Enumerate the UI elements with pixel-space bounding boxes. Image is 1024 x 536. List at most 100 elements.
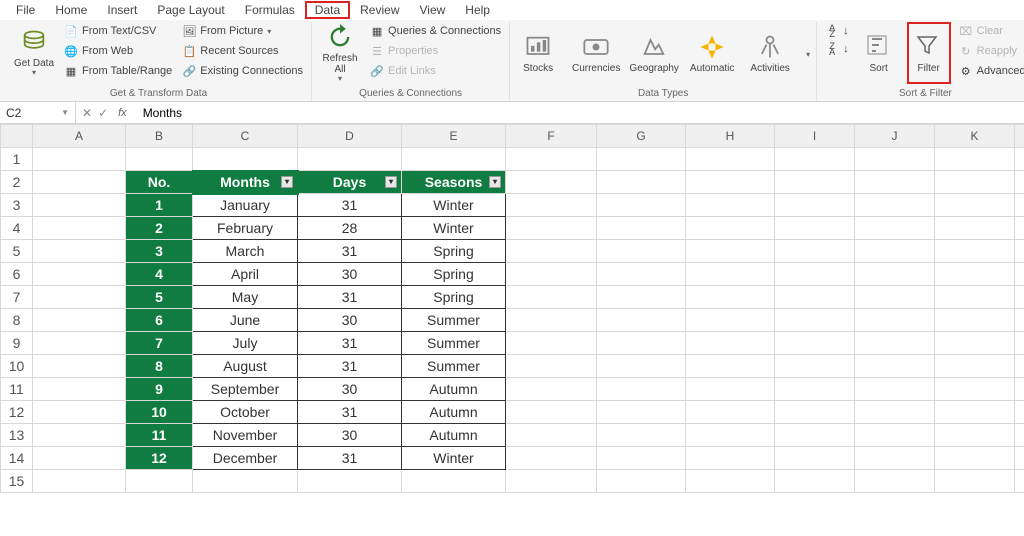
cell-C4[interactable]: February: [193, 217, 298, 240]
filter-dropdown-C[interactable]: ▾: [281, 176, 293, 188]
col-header-I[interactable]: I: [775, 125, 855, 148]
cell-L13[interactable]: [1015, 424, 1024, 447]
cell-K13[interactable]: [935, 424, 1015, 447]
spreadsheet-grid[interactable]: ABCDEFGHIJKL12No.Months▾Days▾Seasons▾31J…: [0, 124, 1024, 536]
cell-L11[interactable]: [1015, 378, 1024, 401]
formula-input[interactable]: [137, 102, 1024, 123]
cell-I11[interactable]: [775, 378, 855, 401]
cell-E3[interactable]: Winter: [402, 194, 506, 217]
cell-J3[interactable]: [855, 194, 935, 217]
cell-D9[interactable]: 31: [298, 332, 402, 355]
cell-L8[interactable]: [1015, 309, 1024, 332]
cell-F2[interactable]: [506, 171, 597, 194]
cell-B6[interactable]: 4: [126, 263, 193, 286]
col-header-E[interactable]: E: [402, 125, 506, 148]
cell-D15[interactable]: [298, 470, 402, 493]
cell-K5[interactable]: [935, 240, 1015, 263]
cell-B8[interactable]: 6: [126, 309, 193, 332]
cell-H11[interactable]: [686, 378, 775, 401]
cell-H13[interactable]: [686, 424, 775, 447]
stocks-button[interactable]: Stocks: [516, 22, 560, 84]
cell-J14[interactable]: [855, 447, 935, 470]
cell-K14[interactable]: [935, 447, 1015, 470]
cell-K8[interactable]: [935, 309, 1015, 332]
cell-D12[interactable]: 31: [298, 401, 402, 424]
cell-G7[interactable]: [597, 286, 686, 309]
cell-G5[interactable]: [597, 240, 686, 263]
cell-J2[interactable]: [855, 171, 935, 194]
cell-J6[interactable]: [855, 263, 935, 286]
cell-G12[interactable]: [597, 401, 686, 424]
cell-C2[interactable]: Months▾: [193, 171, 298, 194]
cell-F15[interactable]: [506, 470, 597, 493]
cell-C5[interactable]: March: [193, 240, 298, 263]
enter-icon[interactable]: ✓: [98, 106, 108, 120]
cell-E2[interactable]: Seasons▾: [402, 171, 506, 194]
cell-A11[interactable]: [33, 378, 126, 401]
cell-A9[interactable]: [33, 332, 126, 355]
cell-A8[interactable]: [33, 309, 126, 332]
namebox-dropdown-icon[interactable]: ▼: [61, 108, 69, 117]
cell-J12[interactable]: [855, 401, 935, 424]
row-header-13[interactable]: 13: [1, 424, 33, 447]
cell-H15[interactable]: [686, 470, 775, 493]
cell-J13[interactable]: [855, 424, 935, 447]
cell-G13[interactable]: [597, 424, 686, 447]
cell-A5[interactable]: [33, 240, 126, 263]
fx-icon[interactable]: fx: [114, 107, 131, 119]
cell-J7[interactable]: [855, 286, 935, 309]
cell-L9[interactable]: [1015, 332, 1024, 355]
cell-K11[interactable]: [935, 378, 1015, 401]
col-header-H[interactable]: H: [686, 125, 775, 148]
col-header-K[interactable]: K: [935, 125, 1015, 148]
cell-C9[interactable]: July: [193, 332, 298, 355]
cell-K12[interactable]: [935, 401, 1015, 424]
existing-connections-button[interactable]: 🔗Existing Connections: [180, 62, 305, 80]
advanced-button[interactable]: ⚙Advanced: [957, 62, 1024, 80]
cell-B9[interactable]: 7: [126, 332, 193, 355]
tab-data[interactable]: Data: [305, 1, 350, 19]
cell-F7[interactable]: [506, 286, 597, 309]
cell-H12[interactable]: [686, 401, 775, 424]
cell-F1[interactable]: [506, 148, 597, 171]
cell-D3[interactable]: 31: [298, 194, 402, 217]
cell-J5[interactable]: [855, 240, 935, 263]
cell-G6[interactable]: [597, 263, 686, 286]
cell-J4[interactable]: [855, 217, 935, 240]
cell-A15[interactable]: [33, 470, 126, 493]
name-box[interactable]: C2▼: [0, 102, 76, 123]
cell-K10[interactable]: [935, 355, 1015, 378]
cell-B4[interactable]: 2: [126, 217, 193, 240]
row-header-10[interactable]: 10: [1, 355, 33, 378]
cell-G9[interactable]: [597, 332, 686, 355]
cell-A6[interactable]: [33, 263, 126, 286]
row-header-3[interactable]: 3: [1, 194, 33, 217]
cell-A7[interactable]: [33, 286, 126, 309]
cell-H4[interactable]: [686, 217, 775, 240]
cell-I8[interactable]: [775, 309, 855, 332]
cell-B3[interactable]: 1: [126, 194, 193, 217]
filter-button[interactable]: Filter: [907, 22, 951, 84]
cell-D11[interactable]: 30: [298, 378, 402, 401]
cell-K15[interactable]: [935, 470, 1015, 493]
cell-E1[interactable]: [402, 148, 506, 171]
currencies-button[interactable]: Currencies: [574, 22, 618, 84]
cell-K6[interactable]: [935, 263, 1015, 286]
row-header-6[interactable]: 6: [1, 263, 33, 286]
col-header-B[interactable]: B: [126, 125, 193, 148]
tab-file[interactable]: File: [6, 1, 45, 19]
cancel-icon[interactable]: ✕: [82, 106, 92, 120]
cell-B1[interactable]: [126, 148, 193, 171]
cell-L12[interactable]: [1015, 401, 1024, 424]
col-header-L[interactable]: L: [1015, 125, 1024, 148]
cell-J15[interactable]: [855, 470, 935, 493]
cell-D4[interactable]: 28: [298, 217, 402, 240]
cell-H7[interactable]: [686, 286, 775, 309]
cell-F10[interactable]: [506, 355, 597, 378]
col-header-J[interactable]: J: [855, 125, 935, 148]
cell-J9[interactable]: [855, 332, 935, 355]
cell-L4[interactable]: [1015, 217, 1024, 240]
cell-K1[interactable]: [935, 148, 1015, 171]
col-header-F[interactable]: F: [506, 125, 597, 148]
cell-F11[interactable]: [506, 378, 597, 401]
